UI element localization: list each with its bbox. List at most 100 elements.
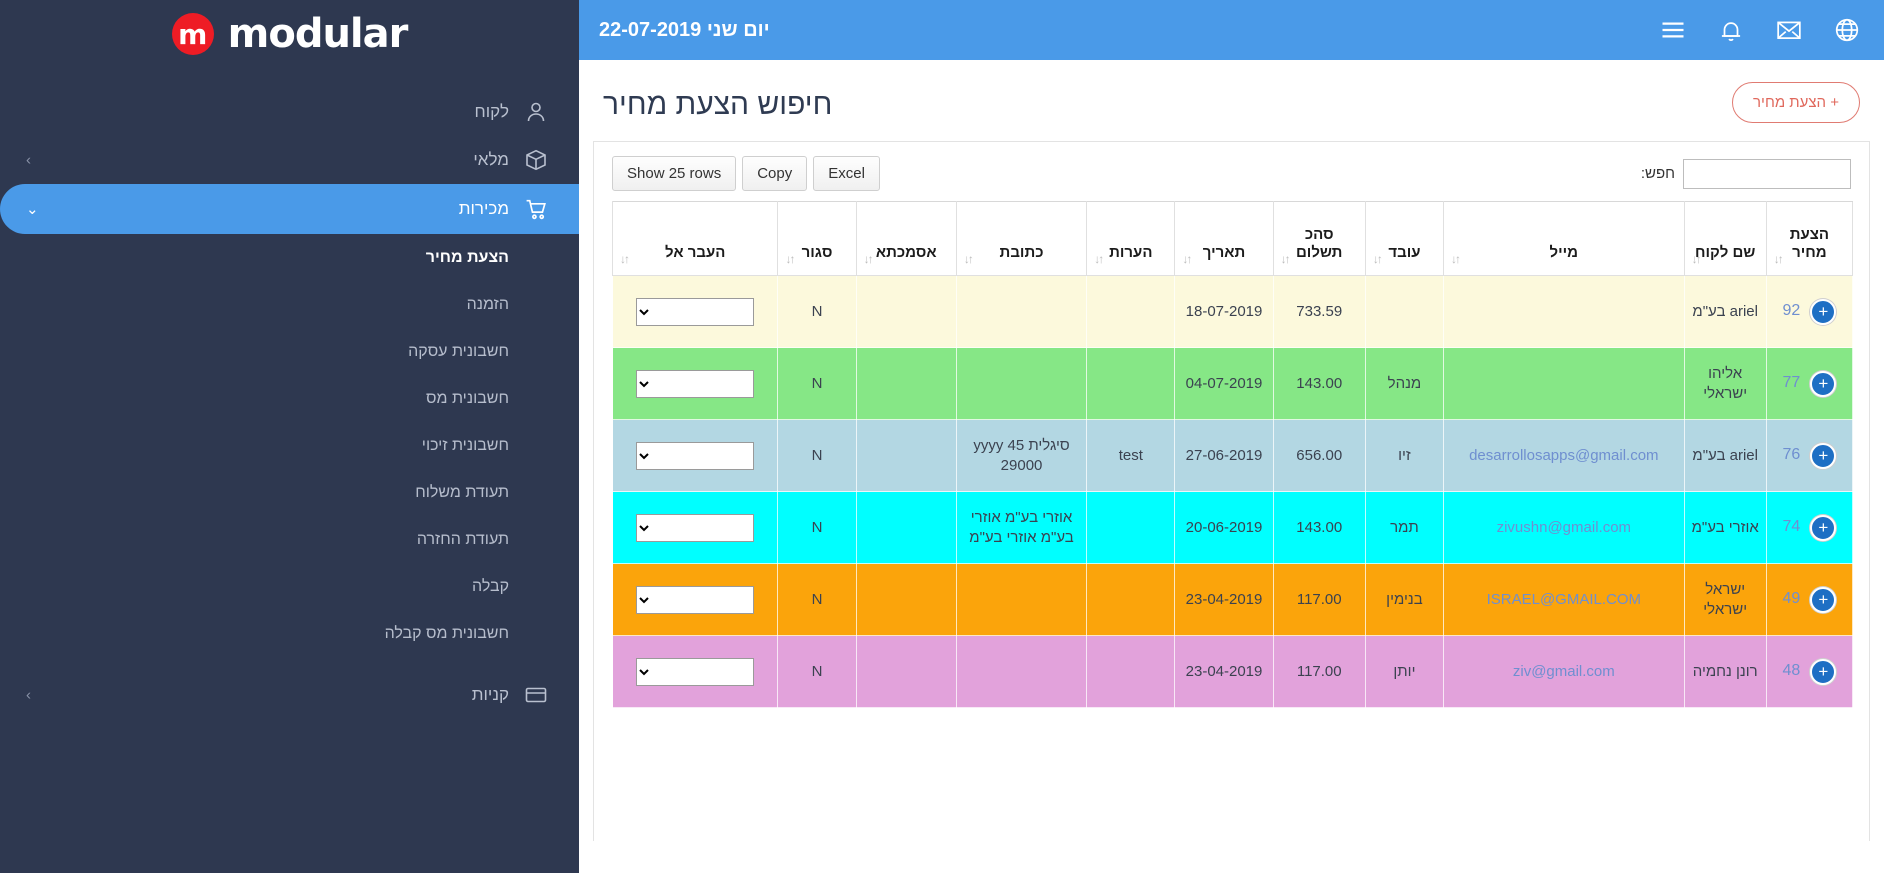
- cell-address: [955, 275, 1088, 348]
- sidebar-item-credit-invoice[interactable]: חשבונית זיכוי: [0, 422, 579, 469]
- cart-icon: [521, 194, 551, 224]
- quote-number[interactable]: 49: [1783, 589, 1801, 610]
- cell-customer: רונן נחמיה: [1683, 635, 1767, 708]
- cell-quote[interactable]: +74: [1765, 491, 1854, 564]
- table-row[interactable]: +48 רונן נחמיה ziv@gmail.com יותן 117.00 23-0…: [611, 635, 1854, 708]
- move-to-select[interactable]: [636, 657, 755, 686]
- table-row[interactable]: +92 ariel בע"מ 733.59 18-07-2019 N: [611, 275, 1854, 348]
- table-row[interactable]: +77 אליהו ישראלי מנהל 143.00 04-07-2019 N: [611, 347, 1854, 420]
- sidebar-item-purchases[interactable]: קניות ›: [0, 671, 579, 719]
- col-header-moveto[interactable]: העבר אל ↑↓: [611, 201, 779, 276]
- brand-logo[interactable]: modular m: [0, 0, 579, 60]
- cell-quote[interactable]: +48: [1765, 635, 1854, 708]
- chevron-left-icon: ›: [26, 686, 31, 704]
- add-row-icon[interactable]: +: [1810, 586, 1837, 613]
- move-to-select[interactable]: [636, 585, 755, 614]
- sort-icon[interactable]: ↑↓: [864, 253, 874, 265]
- sidebar-item-quote[interactable]: הצעת מחיר: [0, 234, 579, 281]
- move-to-select[interactable]: [636, 441, 755, 470]
- globe-icon[interactable]: [1832, 15, 1862, 45]
- table-row[interactable]: +76 ariel בע"מ desarrollosapps@gmail.com זי…: [611, 419, 1854, 492]
- cell-moveto[interactable]: [611, 419, 779, 492]
- move-to-select[interactable]: [636, 297, 755, 326]
- sidebar-subitem-label: הזמנה: [466, 295, 509, 313]
- col-header-mail[interactable]: מייל ↑↓: [1443, 201, 1685, 276]
- sidebar-item-delivery-note[interactable]: תעודת משלוח: [0, 469, 579, 516]
- col-header-quote[interactable]: הצעת מחיר ↑↓: [1765, 201, 1854, 276]
- table-row[interactable]: +74 אוזרי בע"מ zivushn@gmail.com תמר 143.00 2…: [611, 491, 1854, 564]
- quote-number[interactable]: 76: [1783, 445, 1801, 466]
- cell-mail[interactable]: ISRAEL@GMAIL.COM: [1443, 563, 1685, 636]
- sidebar-item-receipt[interactable]: קבלה: [0, 563, 579, 610]
- sort-icon[interactable]: ↑↓: [1451, 253, 1461, 265]
- cell-moveto[interactable]: [611, 563, 779, 636]
- col-header-worker[interactable]: עובד ↑↓: [1364, 201, 1445, 276]
- show-rows-button[interactable]: Show 25 rows: [612, 156, 737, 191]
- sidebar-item-tax-receipt[interactable]: חשבונית מס קבלה: [0, 610, 579, 657]
- quote-number[interactable]: 48: [1783, 661, 1801, 682]
- cell-mail[interactable]: desarrollosapps@gmail.com: [1443, 419, 1685, 492]
- cell-quote[interactable]: +49: [1765, 563, 1854, 636]
- mail-link[interactable]: ISRAEL@GMAIL.COM: [1487, 591, 1641, 608]
- col-label: העבר אל: [665, 244, 726, 262]
- add-quote-button[interactable]: + הצעת מחיר: [1732, 82, 1860, 123]
- sort-icon[interactable]: ↑↓: [964, 253, 974, 265]
- add-row-icon[interactable]: +: [1810, 514, 1837, 541]
- excel-button[interactable]: Excel: [813, 156, 880, 191]
- sidebar-subitem-label: קבלה: [472, 577, 509, 595]
- cell-closed: N: [777, 275, 857, 348]
- sort-icon[interactable]: ↑↓: [1182, 253, 1192, 265]
- sort-icon[interactable]: ↑↓: [1281, 253, 1291, 265]
- add-row-icon[interactable]: +: [1810, 658, 1837, 685]
- hamburger-icon[interactable]: [1658, 15, 1688, 45]
- col-header-notes[interactable]: הערות ↑↓: [1086, 201, 1176, 276]
- mail-icon[interactable]: [1774, 15, 1804, 45]
- copy-button[interactable]: Copy: [742, 156, 808, 191]
- quote-number[interactable]: 74: [1783, 517, 1801, 538]
- sort-icon[interactable]: ↑↓: [1692, 253, 1702, 265]
- quote-number[interactable]: 77: [1783, 373, 1801, 394]
- col-header-total[interactable]: סהכ תשלום ↑↓: [1272, 201, 1366, 276]
- sort-icon[interactable]: ↑↓: [785, 253, 795, 265]
- cell-quote[interactable]: +92: [1765, 275, 1854, 348]
- col-header-address[interactable]: כתובת ↑↓: [955, 201, 1088, 276]
- col-header-ref[interactable]: אסמכתא ↑↓: [855, 201, 957, 276]
- sidebar-item-inventory[interactable]: מלאי ›: [0, 136, 579, 184]
- mail-link[interactable]: zivushn@gmail.com: [1497, 519, 1631, 536]
- search-input[interactable]: [1683, 158, 1851, 189]
- sidebar-nav: לקוח מלאי › מכירות ⌄ הצעת מחיר הזמנה חשב…: [0, 88, 579, 719]
- sort-icon[interactable]: ↑↓: [620, 253, 630, 265]
- chevron-down-icon: ⌄: [26, 201, 39, 218]
- move-to-select[interactable]: [636, 513, 755, 542]
- add-row-icon[interactable]: +: [1810, 442, 1837, 469]
- table-head: הצעת מחיר ↑↓ שם לקוח ↑↓ מייל ↑↓ עובד ↑↓ …: [611, 201, 1854, 276]
- cell-moveto[interactable]: [611, 635, 779, 708]
- cell-quote[interactable]: +77: [1765, 347, 1854, 420]
- quote-number[interactable]: 92: [1783, 301, 1801, 322]
- sidebar-item-order[interactable]: הזמנה: [0, 281, 579, 328]
- col-header-date[interactable]: תאריך ↑↓: [1174, 201, 1274, 276]
- cell-moveto[interactable]: [611, 491, 779, 564]
- add-row-icon[interactable]: +: [1810, 370, 1837, 397]
- col-header-customer[interactable]: שם לקוח ↑↓: [1683, 201, 1767, 276]
- move-to-select[interactable]: [636, 369, 755, 398]
- col-header-closed[interactable]: סגור ↑↓: [777, 201, 857, 276]
- cell-mail[interactable]: ziv@gmail.com: [1443, 635, 1685, 708]
- cell-moveto[interactable]: [611, 347, 779, 420]
- sidebar-item-tax-invoice[interactable]: חשבונית מס: [0, 375, 579, 422]
- sidebar-item-sales[interactable]: מכירות ⌄: [0, 184, 579, 234]
- cell-mail[interactable]: zivushn@gmail.com: [1443, 491, 1685, 564]
- add-row-icon[interactable]: +: [1810, 298, 1837, 325]
- mail-link[interactable]: desarrollosapps@gmail.com: [1469, 447, 1658, 464]
- sort-icon[interactable]: ↑↓: [1774, 253, 1784, 265]
- cell-moveto[interactable]: [611, 275, 779, 348]
- sidebar-item-customers[interactable]: לקוח: [0, 88, 579, 136]
- cell-quote[interactable]: +76: [1765, 419, 1854, 492]
- sidebar-item-return-note[interactable]: תעודת החזרה: [0, 516, 579, 563]
- mail-link[interactable]: ziv@gmail.com: [1513, 663, 1615, 680]
- sidebar-item-deal-invoice[interactable]: חשבונית עסקה: [0, 328, 579, 375]
- sort-icon[interactable]: ↑↓: [1373, 253, 1383, 265]
- table-row[interactable]: +49 ישראל ישראלי ISRAEL@GMAIL.COM בנימין 117…: [611, 563, 1854, 636]
- bell-icon[interactable]: [1716, 15, 1746, 45]
- sort-icon[interactable]: ↑↓: [1094, 253, 1104, 265]
